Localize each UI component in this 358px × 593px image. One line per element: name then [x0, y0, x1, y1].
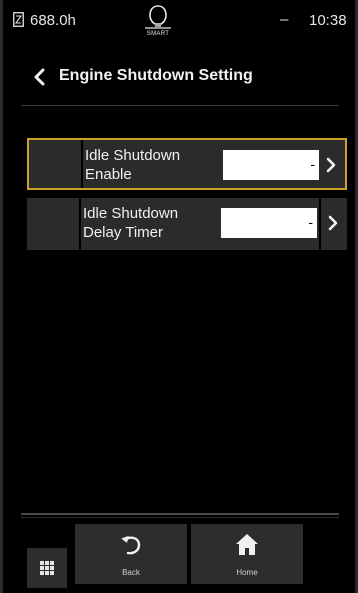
- chevron-right-icon[interactable]: [326, 157, 336, 173]
- grid-menu-icon: [40, 561, 54, 575]
- back-arrow-icon: [121, 535, 141, 555]
- chevron-right-icon[interactable]: [328, 215, 338, 231]
- back-label: Back: [122, 568, 140, 577]
- setting-row-idle-shutdown-delay-timer[interactable]: Idle Shutdown Delay Timer -: [27, 198, 347, 250]
- smart-label: SMART: [146, 31, 170, 37]
- row-icon-cell: [27, 198, 79, 250]
- page-header: Engine Shutdown Setting: [3, 50, 355, 102]
- header-divider: [21, 105, 339, 106]
- back-chevron-icon[interactable]: [31, 68, 49, 86]
- hour-meter-value: 688.0h: [30, 12, 76, 29]
- hour-meter-icon: [13, 12, 24, 27]
- smart-mode-indicator: SMART: [138, 4, 178, 40]
- status-indicator: –: [280, 11, 289, 28]
- setting-label: Idle Shutdown Delay Timer: [83, 205, 179, 241]
- bottom-divider-shadow: [21, 517, 339, 518]
- home-icon: [236, 534, 258, 555]
- setting-value: -: [221, 208, 317, 238]
- page-title: Engine Shutdown Setting: [59, 67, 253, 84]
- menu-button[interactable]: [27, 548, 67, 588]
- home-label: Home: [236, 568, 258, 577]
- setting-label: Idle Shutdown Enable: [85, 147, 181, 183]
- setting-value: -: [223, 150, 319, 180]
- display-screen: 688.0h SMART – 10:38 Engine Shutdown Set…: [0, 0, 358, 593]
- back-button[interactable]: Back: [75, 524, 187, 584]
- row-icon-cell: [29, 140, 81, 188]
- setting-row-idle-shutdown-enable[interactable]: Idle Shutdown Enable -: [27, 138, 347, 190]
- home-button[interactable]: Home: [191, 524, 303, 584]
- clock: 10:38: [309, 12, 347, 29]
- status-bar: 688.0h SMART – 10:38: [3, 0, 355, 42]
- bottom-divider: [21, 513, 339, 515]
- smart-icon: [145, 5, 171, 29]
